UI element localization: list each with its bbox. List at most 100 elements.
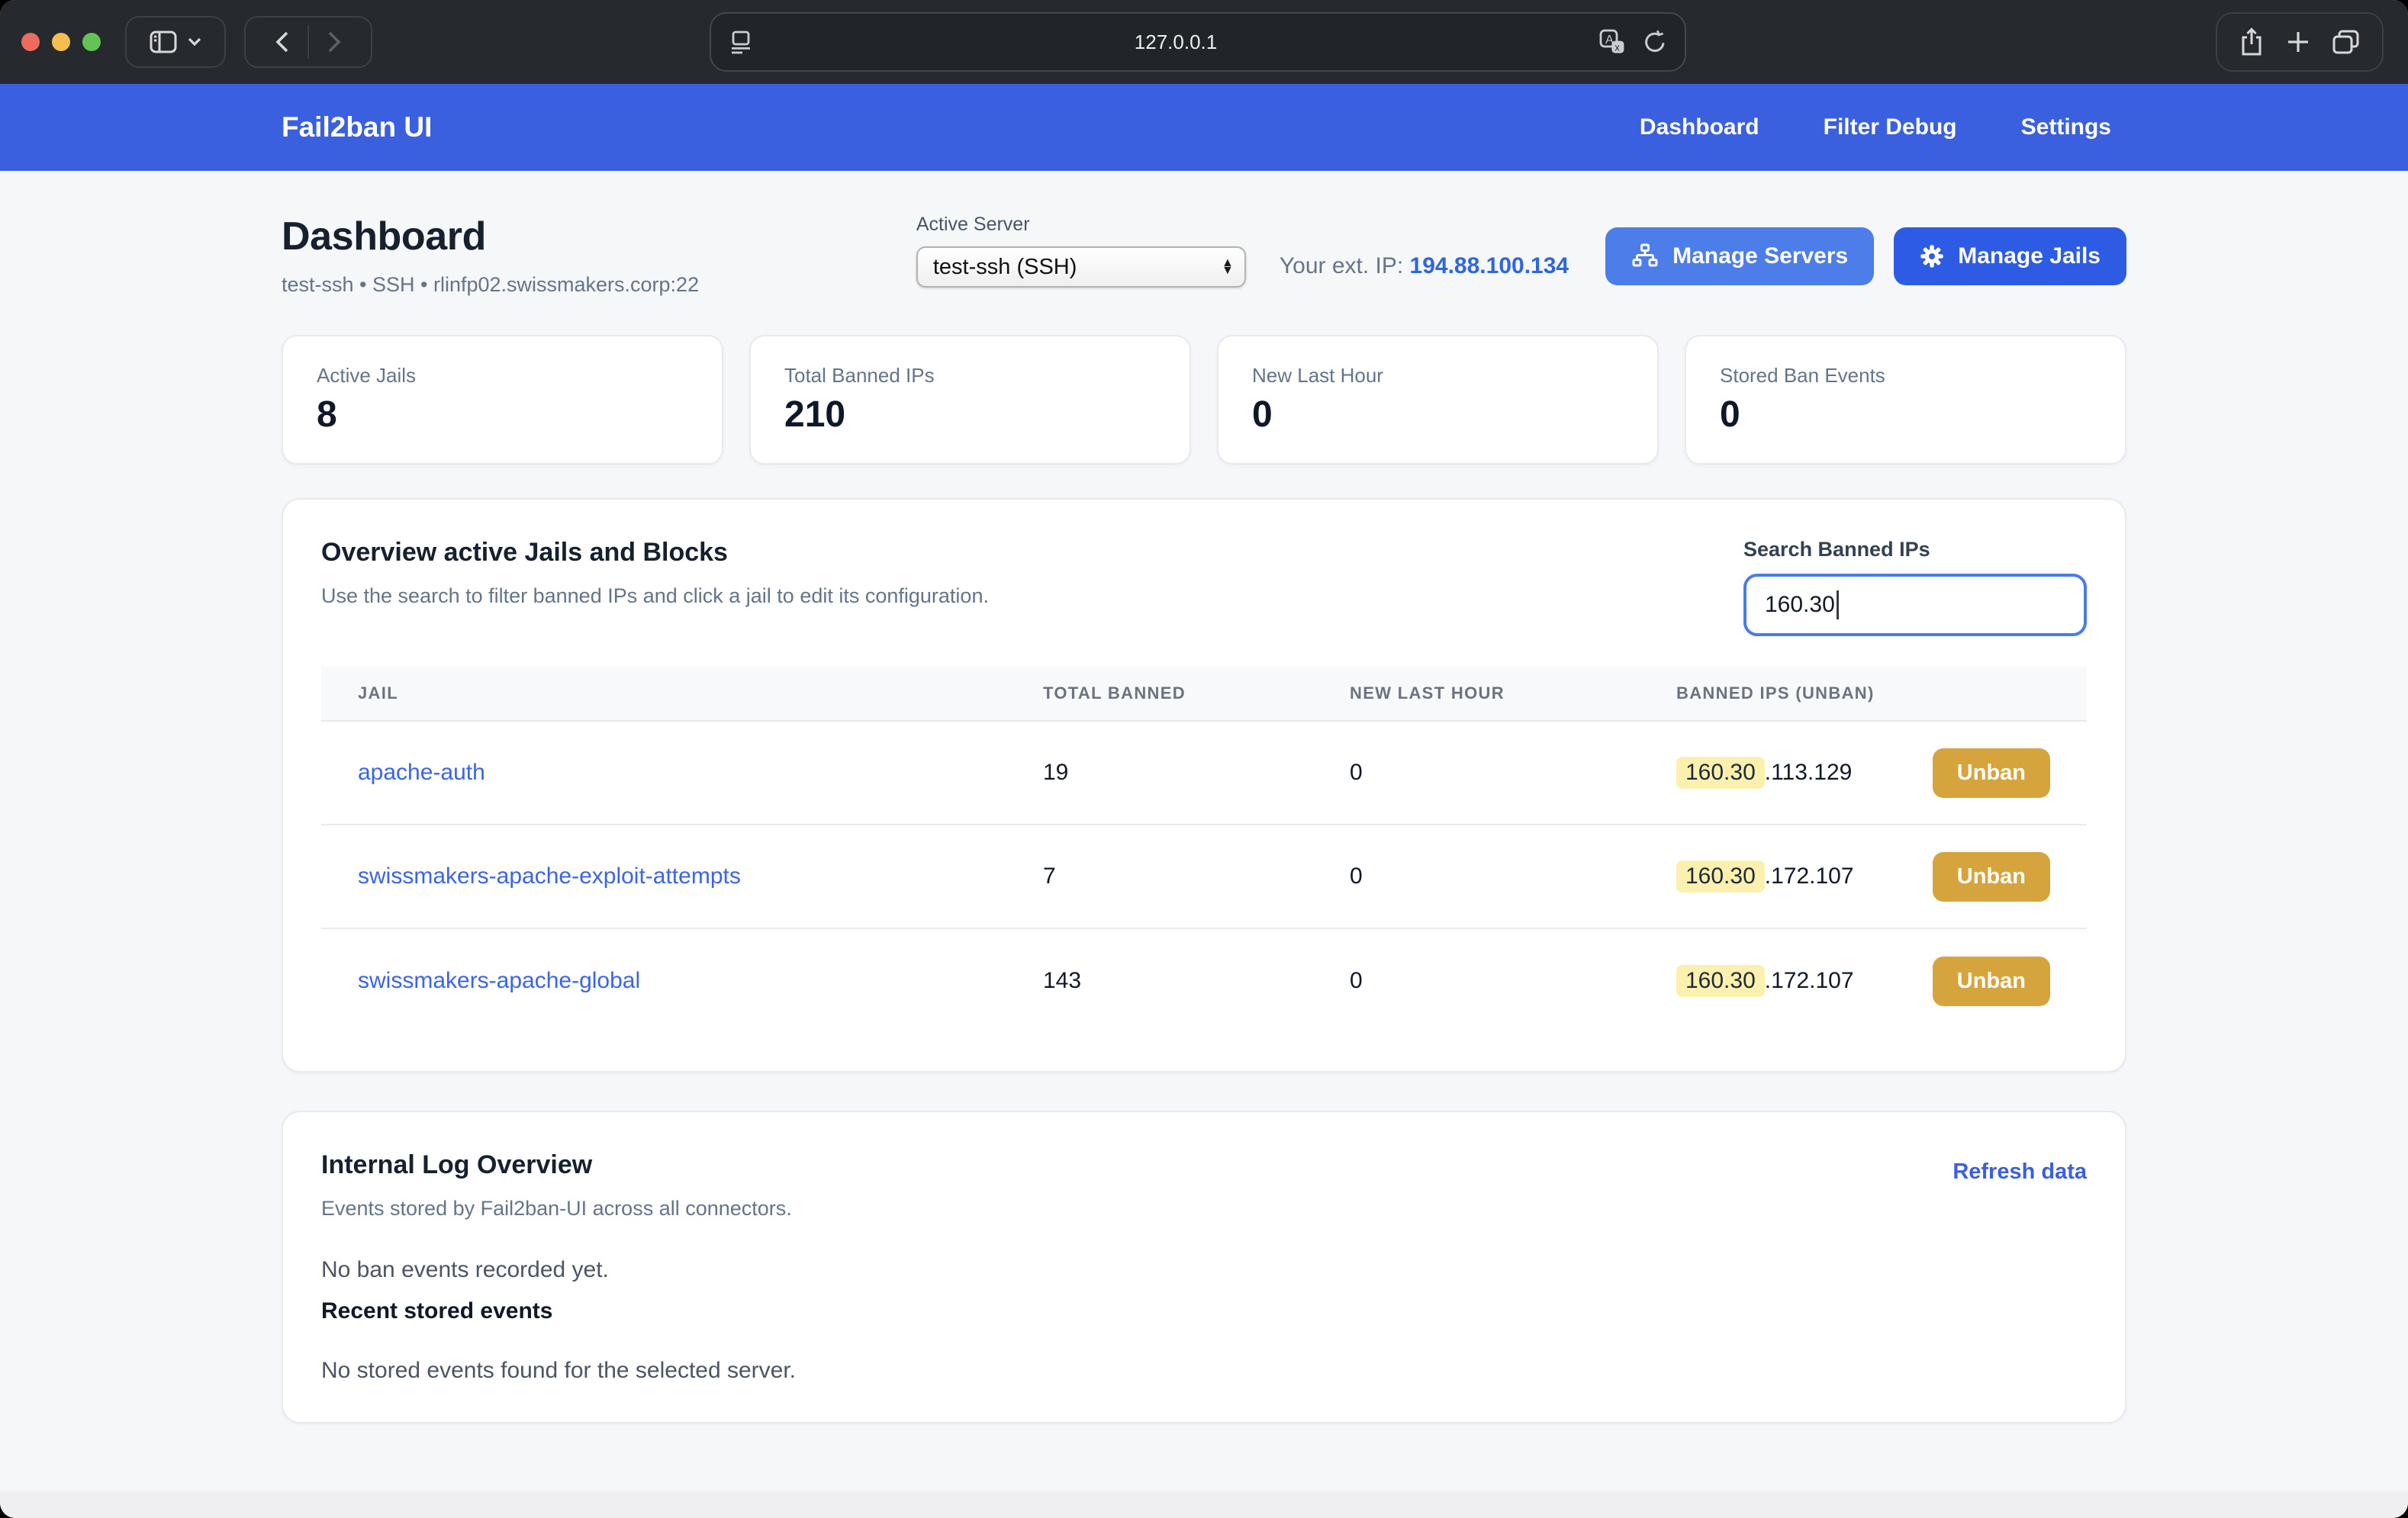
- new-last-hour-value: 0: [1313, 760, 1640, 786]
- overview-titles: Overview active Jails and Blocks Use the…: [321, 538, 989, 608]
- chrome-right-group: [2216, 12, 2384, 72]
- app-navbar: Fail2ban UI Dashboard Filter Debug Setti…: [0, 84, 2408, 171]
- unban-button[interactable]: Unban: [1933, 748, 2050, 798]
- jail-link[interactable]: apache-auth: [358, 760, 485, 785]
- page-title: Dashboard: [282, 214, 699, 259]
- manage-jails-label: Manage Jails: [1958, 243, 2101, 269]
- address-bar[interactable]: 127.0.0.1 A x: [710, 12, 1686, 72]
- log-titles: Internal Log Overview Events stored by F…: [321, 1150, 792, 1221]
- nav-links: Dashboard Filter Debug Settings: [1640, 114, 2111, 140]
- ip-search-highlight: 160.30: [1676, 757, 1765, 789]
- manage-servers-label: Manage Servers: [1672, 243, 1848, 269]
- sitemap-icon: [1631, 243, 1659, 270]
- nav-link-filter-debug[interactable]: Filter Debug: [1824, 114, 1957, 140]
- gear-icon: [1920, 244, 1944, 269]
- back-button[interactable]: [275, 31, 289, 53]
- refresh-data-link[interactable]: Refresh data: [1952, 1159, 2087, 1185]
- table-row: swissmakers-apache-exploit-attempts 7 0 …: [321, 825, 2087, 929]
- divider: [307, 25, 309, 59]
- total-banned-value: 143: [1006, 968, 1313, 994]
- new-last-hour-value: 0: [1313, 864, 1640, 889]
- total-banned-value: 7: [1006, 864, 1313, 889]
- no-ban-events-text: No ban events recorded yet.: [321, 1257, 2087, 1283]
- reload-icon[interactable]: [1643, 30, 1666, 54]
- new-last-hour-value: 0: [1313, 968, 1640, 994]
- stat-value: 0: [1252, 394, 1624, 436]
- column-header-total-banned: Total Banned: [1006, 683, 1313, 703]
- stat-label: Active Jails: [317, 364, 688, 388]
- active-server-block: Active Server test-ssh (SSH) ▲▼: [916, 214, 1246, 288]
- stat-card-active-jails: Active Jails 8: [282, 335, 723, 465]
- sidebar-toggle-button[interactable]: [125, 16, 226, 68]
- manage-jails-button[interactable]: Manage Jails: [1894, 227, 2126, 285]
- overview-title: Overview active Jails and Blocks: [321, 538, 989, 568]
- total-banned-value: 19: [1006, 760, 1313, 786]
- manage-servers-button[interactable]: Manage Servers: [1605, 227, 1874, 285]
- search-banned-ips-label: Search Banned IPs: [1743, 538, 2087, 561]
- table-row: apache-auth 19 0 160.30.113.129 Unban: [321, 722, 2087, 825]
- close-window-button[interactable]: [21, 33, 40, 51]
- jail-link[interactable]: swissmakers-apache-exploit-attempts: [358, 864, 741, 889]
- stat-value: 0: [1720, 394, 2091, 436]
- share-icon[interactable]: [2239, 27, 2264, 56]
- window-bottom-strip: [0, 1491, 2408, 1518]
- table-row: swissmakers-apache-global 143 0 160.30.1…: [321, 929, 2087, 1033]
- log-title: Internal Log Overview: [321, 1150, 792, 1180]
- nav-link-dashboard[interactable]: Dashboard: [1640, 114, 1759, 140]
- external-ip: Your ext. IP: 194.88.100.134: [1280, 253, 1569, 279]
- stat-value: 8: [317, 394, 688, 436]
- overview-subtitle: Use the search to filter banned IPs and …: [321, 584, 989, 608]
- forward-button[interactable]: [327, 31, 341, 53]
- url-text[interactable]: 127.0.0.1: [752, 31, 1599, 54]
- external-ip-value[interactable]: 194.88.100.134: [1410, 253, 1569, 278]
- log-card-head: Internal Log Overview Events stored by F…: [321, 1150, 2087, 1221]
- column-header-banned-ips: Banned IPs (Unban): [1640, 683, 2087, 703]
- text-caret: [1837, 590, 1839, 619]
- browser-window: 127.0.0.1 A x: [0, 0, 2408, 1518]
- translate-icon[interactable]: A x: [1599, 29, 1625, 55]
- select-stepper-icon: ▲▼: [1222, 259, 1234, 275]
- ip-rest: .172.107: [1765, 864, 1854, 889]
- overview-card-head: Overview active Jails and Blocks Use the…: [321, 538, 2087, 636]
- table-header-row: Jail Total Banned New Last Hour Banned I…: [321, 667, 2087, 722]
- zoom-window-button[interactable]: [82, 33, 101, 51]
- search-block: Search Banned IPs 160.30: [1743, 538, 2087, 636]
- column-header-new-last-hour: New Last Hour: [1313, 683, 1640, 703]
- chevron-down-icon: [188, 37, 201, 47]
- browser-chrome: 127.0.0.1 A x: [0, 0, 2408, 84]
- stat-label: Total Banned IPs: [784, 364, 1156, 388]
- page-subtitle: test-ssh • SSH • rlinfp02.swissmakers.co…: [282, 273, 699, 297]
- reader-icon[interactable]: [729, 30, 752, 54]
- minimize-window-button[interactable]: [52, 33, 70, 51]
- jail-link[interactable]: swissmakers-apache-global: [358, 968, 640, 993]
- banned-ip: 160.30.172.107: [1676, 965, 1854, 997]
- ip-rest: .113.129: [1765, 760, 1853, 786]
- banned-ip: 160.30.113.129: [1676, 757, 1852, 789]
- active-server-label: Active Server: [916, 214, 1246, 236]
- log-subtitle: Events stored by Fail2ban-UI across all …: [321, 1197, 792, 1221]
- unban-button[interactable]: Unban: [1933, 957, 2050, 1006]
- ip-search-highlight: 160.30: [1676, 860, 1765, 892]
- svg-text:x: x: [1614, 41, 1620, 53]
- stat-card-stored-ban-events: Stored Ban Events 0: [1685, 335, 2126, 465]
- search-input-value: 160.30: [1765, 592, 1835, 618]
- app-brand[interactable]: Fail2ban UI: [282, 111, 432, 143]
- ip-search-highlight: 160.30: [1676, 965, 1765, 997]
- sidebar-icon: [150, 31, 177, 53]
- ip-rest: .172.107: [1765, 968, 1854, 994]
- active-server-value: test-ssh (SSH): [933, 255, 1222, 280]
- nav-link-settings[interactable]: Settings: [2021, 114, 2111, 140]
- new-tab-icon[interactable]: [2287, 31, 2310, 53]
- jails-table: Jail Total Banned New Last Hour Banned I…: [321, 667, 2087, 1033]
- search-banned-ips-input[interactable]: 160.30: [1743, 574, 2087, 636]
- no-stored-events-text: No stored events found for the selected …: [321, 1358, 2087, 1384]
- tab-overview-icon[interactable]: [2332, 30, 2360, 54]
- stat-label: New Last Hour: [1252, 364, 1624, 388]
- overview-card: Overview active Jails and Blocks Use the…: [282, 498, 2126, 1073]
- active-server-select[interactable]: test-ssh (SSH) ▲▼: [916, 246, 1246, 288]
- stat-card-total-banned: Total Banned IPs 210: [749, 335, 1191, 465]
- recent-stored-events-title: Recent stored events: [321, 1298, 2087, 1324]
- column-header-jail: Jail: [321, 683, 1006, 703]
- unban-button[interactable]: Unban: [1933, 852, 2050, 902]
- stat-label: Stored Ban Events: [1720, 364, 2091, 388]
